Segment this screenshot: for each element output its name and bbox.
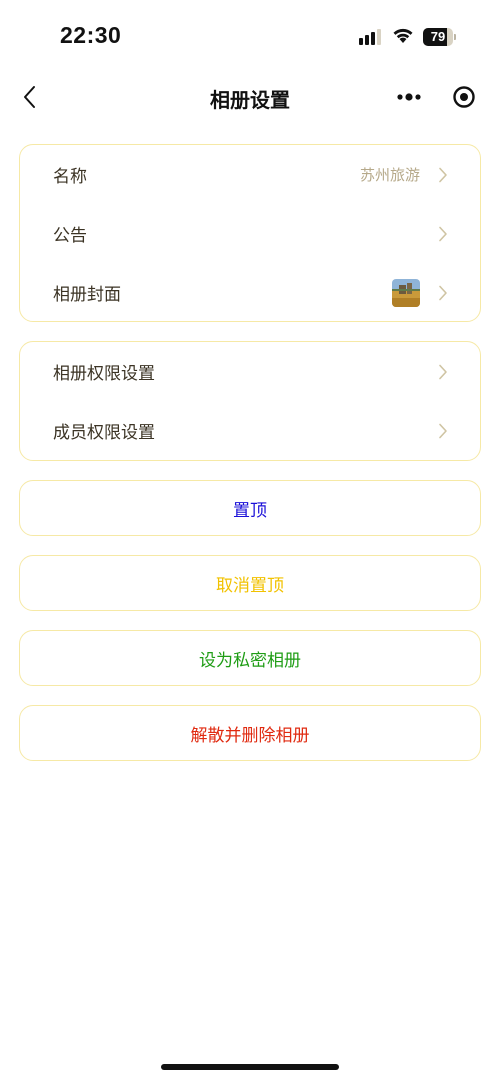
nav-bar: 相册设置 (0, 74, 500, 120)
page-title: 相册设置 (210, 88, 290, 112)
settings-card-permissions: 相册权限设置 成员权限设置 (19, 341, 481, 461)
album-permission-label: 相册权限设置 (53, 364, 155, 384)
pin-button[interactable]: 置顶 (19, 480, 481, 536)
back-button[interactable] (12, 80, 46, 114)
cover-row[interactable]: 相册封面 (20, 263, 480, 322)
name-row[interactable]: 名称 苏州旅游 (20, 145, 480, 204)
announcement-row[interactable]: 公告 (20, 204, 480, 263)
signal-icon (359, 29, 384, 45)
battery-icon: 79 (423, 28, 456, 46)
status-bar: 22:30 79 (0, 0, 500, 74)
cover-thumbnail (392, 278, 420, 307)
more-dots-icon (397, 93, 421, 101)
member-permission-label: 成员权限设置 (53, 423, 155, 443)
home-indicator (161, 1064, 339, 1070)
more-button[interactable] (392, 84, 426, 110)
chevron-right-icon (439, 226, 447, 241)
chevron-right-icon (439, 167, 447, 182)
chevron-right-icon (439, 364, 447, 379)
chevron-right-icon (439, 423, 447, 438)
chevron-right-icon (439, 285, 447, 300)
album-permission-row[interactable]: 相册权限设置 (20, 342, 480, 401)
name-value: 苏州旅游 (359, 166, 420, 184)
make-private-button[interactable]: 设为私密相册 (19, 630, 481, 686)
announcement-label: 公告 (53, 226, 87, 246)
dissolve-delete-button[interactable]: 解散并删除相册 (19, 705, 481, 761)
back-chevron-icon (24, 86, 35, 108)
cover-label: 相册封面 (53, 285, 121, 305)
settings-card-basic: 名称 苏州旅游 公告 相册封面 (19, 144, 481, 322)
name-label: 名称 (53, 167, 87, 187)
battery-percent: 79 (430, 29, 446, 44)
unpin-button[interactable]: 取消置顶 (19, 555, 481, 611)
member-permission-row[interactable]: 成员权限设置 (20, 401, 480, 460)
wifi-icon (392, 26, 414, 44)
status-time: 22:30 (60, 22, 122, 48)
target-icon (453, 86, 475, 108)
close-miniprogram-button[interactable] (449, 82, 479, 112)
